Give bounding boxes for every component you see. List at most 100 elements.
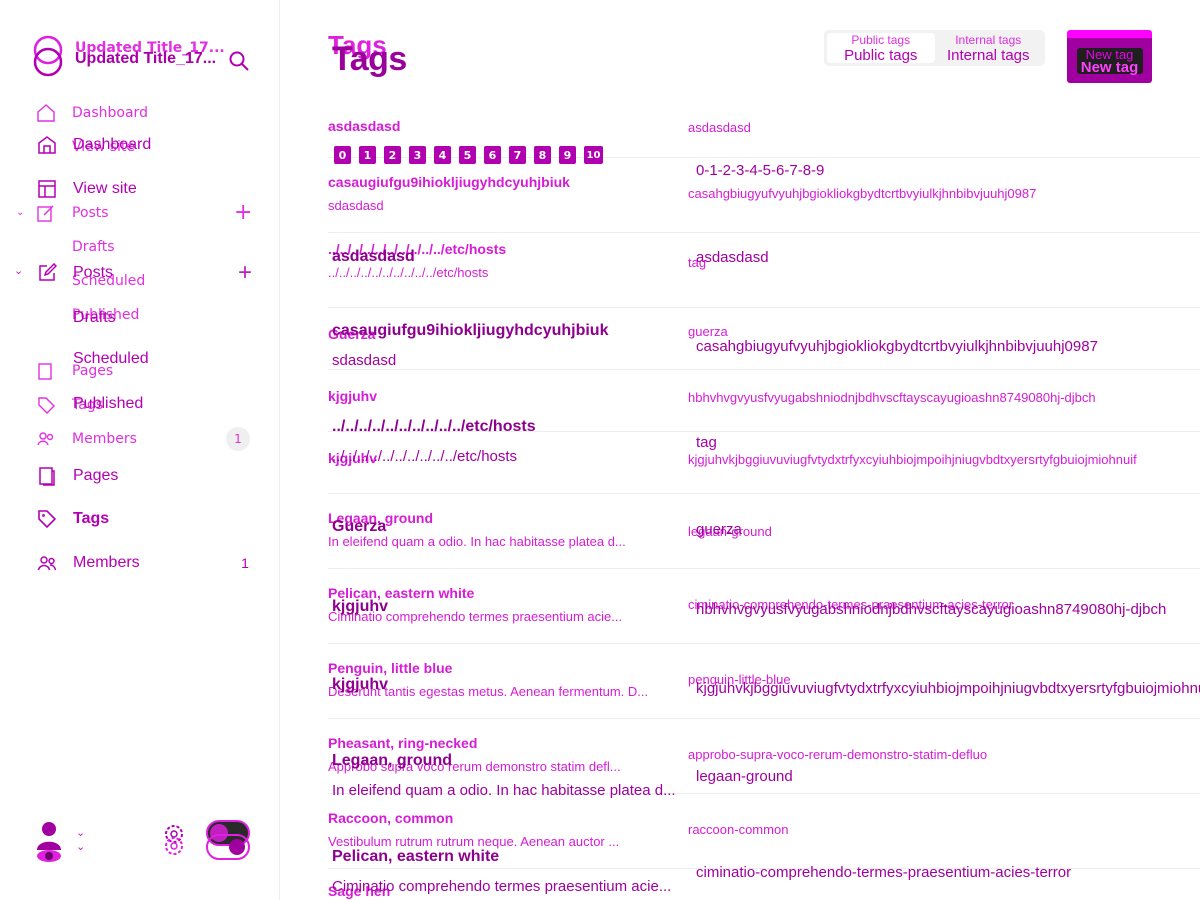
sidebar-item-label: Dashboard bbox=[73, 136, 152, 153]
tag-name: Sage hen bbox=[328, 883, 391, 899]
tag-description: Vestibulum rutrum rutrum neque. Aenean a… bbox=[328, 834, 620, 849]
main-content: Tags Tags Public tags Public tags Intern… bbox=[280, 0, 1200, 900]
avatar[interactable] bbox=[36, 820, 62, 864]
tag-name: Raccoon, common bbox=[328, 810, 454, 826]
ghost-tag-icon bbox=[38, 397, 55, 414]
ghost-chevron-icon: ⌄ bbox=[16, 207, 25, 218]
ghost-members-icon bbox=[37, 432, 54, 446]
tag-description: Approbo supra voco rerum demonstro stati… bbox=[328, 759, 621, 774]
tag-description: In eleifend quam a odio. In hac habitass… bbox=[328, 534, 626, 549]
tab-internal-tags[interactable]: Internal tags Internal tags bbox=[935, 33, 1043, 63]
tab-public-tags[interactable]: Public tags Public tags bbox=[827, 33, 935, 63]
number-badge: 4 bbox=[434, 146, 451, 164]
tab-label: Internal tags bbox=[946, 47, 1030, 64]
table-row[interactable]: kjgjuhv hbhvhvgvyusfvyugabshniodnjbdhvsc… bbox=[328, 370, 1200, 432]
tag-slug: guerza bbox=[688, 324, 728, 339]
dashboard-icon bbox=[36, 134, 58, 156]
table-row[interactable]: ../../../../../../../../../../etc/hosts … bbox=[328, 233, 1200, 308]
number-badge: 7 bbox=[509, 146, 526, 164]
ghost-item: Drafts bbox=[72, 239, 115, 255]
user-menu-chevron-icon[interactable]: ⌄ ⌄ bbox=[76, 826, 85, 854]
table-row[interactable]: Pelican, eastern white Ciminatio compreh… bbox=[328, 569, 1200, 644]
sidebar-item-published[interactable]: Published bbox=[73, 395, 143, 413]
number-badge: 2 bbox=[384, 146, 401, 164]
sidebar-item-label: Tags bbox=[73, 510, 110, 527]
number-badges: 0 1 2 3 4 5 6 7 8 9 10 bbox=[334, 146, 603, 164]
tag-name: kjgjuhv bbox=[328, 450, 378, 466]
number-badge: 5 bbox=[459, 146, 476, 164]
page-title: Tags bbox=[332, 40, 407, 78]
ghost-plus-icon: + bbox=[234, 200, 253, 225]
tag-list: asdasdasd asdasdasd casaugiufgu9ihioklji… bbox=[328, 110, 1200, 900]
brand-logo-icon[interactable] bbox=[32, 34, 64, 78]
tag-name: Pheasant, ring-necked bbox=[328, 735, 478, 751]
tag-slug: asdasdasd bbox=[688, 120, 751, 135]
tag-description: Deserunt tantis egestas metus. Aenean fe… bbox=[328, 684, 649, 699]
pages-icon bbox=[36, 465, 58, 487]
table-row[interactable]: casaugiufgu9ihiokljiugyhdcyuhjbiuk sdasd… bbox=[328, 158, 1200, 233]
number-badge: 3 bbox=[409, 146, 426, 164]
chevron-down-icon[interactable]: ⌄ bbox=[14, 264, 23, 277]
tab-label: Public tags bbox=[844, 47, 918, 64]
number-badge: 1 bbox=[359, 146, 376, 164]
ghost-item: Posts bbox=[72, 205, 109, 221]
sidebar-item-scheduled[interactable]: Scheduled bbox=[73, 350, 149, 368]
posts-icon bbox=[36, 262, 58, 284]
tag-slug: legaan-ground bbox=[688, 524, 772, 539]
tag-slug: penguin-little-blue bbox=[688, 672, 791, 687]
view-site-icon bbox=[36, 178, 58, 200]
tag-name: Pelican, eastern white bbox=[328, 585, 475, 601]
new-tag-label: New tag bbox=[1080, 58, 1139, 76]
table-row[interactable]: Raccoon, common Vestibulum rutrum rutrum… bbox=[328, 794, 1200, 869]
tag-name: Penguin, little blue bbox=[328, 660, 453, 676]
sidebar-item-dashboard[interactable]: Dashboard bbox=[36, 132, 256, 158]
tag-slug: raccoon-common bbox=[688, 822, 789, 837]
tag-slug: casahgbiugyufvyuhjbgiokliokgbydtcrtbvyiu… bbox=[688, 186, 1037, 201]
tag-name: ../../../../../../../../../../etc/hosts bbox=[328, 241, 507, 257]
gear-icon[interactable] bbox=[162, 822, 186, 858]
new-tag-button[interactable]: New tag New tag bbox=[1067, 30, 1152, 83]
sidebar-item-label: Pages bbox=[73, 467, 119, 484]
table-row[interactable]: Legaan, ground In eleifend quam a odio. … bbox=[328, 494, 1200, 569]
number-badge: 10 bbox=[584, 146, 603, 164]
number-badge: 6 bbox=[484, 146, 501, 164]
sidebar: Updated Title_17... Dashboard View site … bbox=[0, 0, 280, 900]
sidebar-item-label: Members bbox=[73, 554, 140, 571]
sidebar-item-tags[interactable]: Tags bbox=[36, 506, 256, 532]
add-post-button[interactable]: + bbox=[234, 259, 256, 287]
sidebar-item-label: Posts bbox=[73, 264, 114, 281]
tag-name: Guerza bbox=[328, 326, 376, 342]
sidebar-item-posts[interactable]: Posts + bbox=[36, 259, 256, 287]
tag-description: sdasdasd bbox=[328, 198, 384, 213]
ghost-item: Dashboard bbox=[72, 105, 148, 121]
ghost-edit-icon bbox=[37, 205, 54, 222]
ghost-members-count: 1 bbox=[226, 427, 250, 451]
number-badge: 8 bbox=[534, 146, 551, 164]
brand-title[interactable]: Updated Title_17... bbox=[75, 50, 216, 68]
sidebar-item-drafts[interactable]: Drafts bbox=[73, 309, 116, 327]
sidebar-item-pages[interactable]: Pages bbox=[36, 463, 256, 489]
tag-slug: ciminatio-comprehendo-termes-praesentium… bbox=[688, 597, 1014, 612]
table-row[interactable]: kjgjuhv kjgjuhvkjbggiuvuviugfvtydxtrfyxc… bbox=[328, 432, 1200, 494]
tag-type-tabs: Public tags Public tags Internal tags In… bbox=[824, 30, 1045, 66]
table-row[interactable]: Penguin, little blue Deserunt tantis ege… bbox=[328, 644, 1200, 719]
tab-label-ghost: Public tags bbox=[851, 33, 911, 47]
ghost-item: Members bbox=[72, 431, 137, 447]
ghost-home-icon bbox=[37, 104, 55, 122]
tag-name: casaugiufgu9ihiokljiugyhdcyuhjbiuk bbox=[328, 174, 570, 190]
theme-toggle[interactable] bbox=[206, 820, 250, 860]
tag-name: asdasdasd bbox=[328, 118, 401, 134]
sidebar-item-members[interactable]: Members 1 bbox=[36, 550, 256, 576]
tag-slug: tag bbox=[688, 255, 707, 270]
number-badge: 0 bbox=[334, 146, 351, 164]
table-row[interactable]: Guerza guerza bbox=[328, 308, 1200, 370]
table-row[interactable]: Sage hen bbox=[328, 869, 1200, 900]
search-icon[interactable] bbox=[228, 50, 250, 72]
number-badge: 9 bbox=[559, 146, 576, 164]
tag-name: kjgjuhv bbox=[328, 388, 378, 404]
tab-label-ghost: Internal tags bbox=[955, 33, 1022, 47]
sidebar-item-view-site[interactable]: View site bbox=[36, 176, 256, 202]
ghost-pages-icon bbox=[38, 363, 52, 380]
table-row[interactable]: Pheasant, ring-necked Approbo supra voco… bbox=[328, 719, 1200, 794]
tag-slug: kjgjuhvkjbggiuvuviugfvtydxtrfyxcyiuhbioj… bbox=[688, 452, 1137, 467]
